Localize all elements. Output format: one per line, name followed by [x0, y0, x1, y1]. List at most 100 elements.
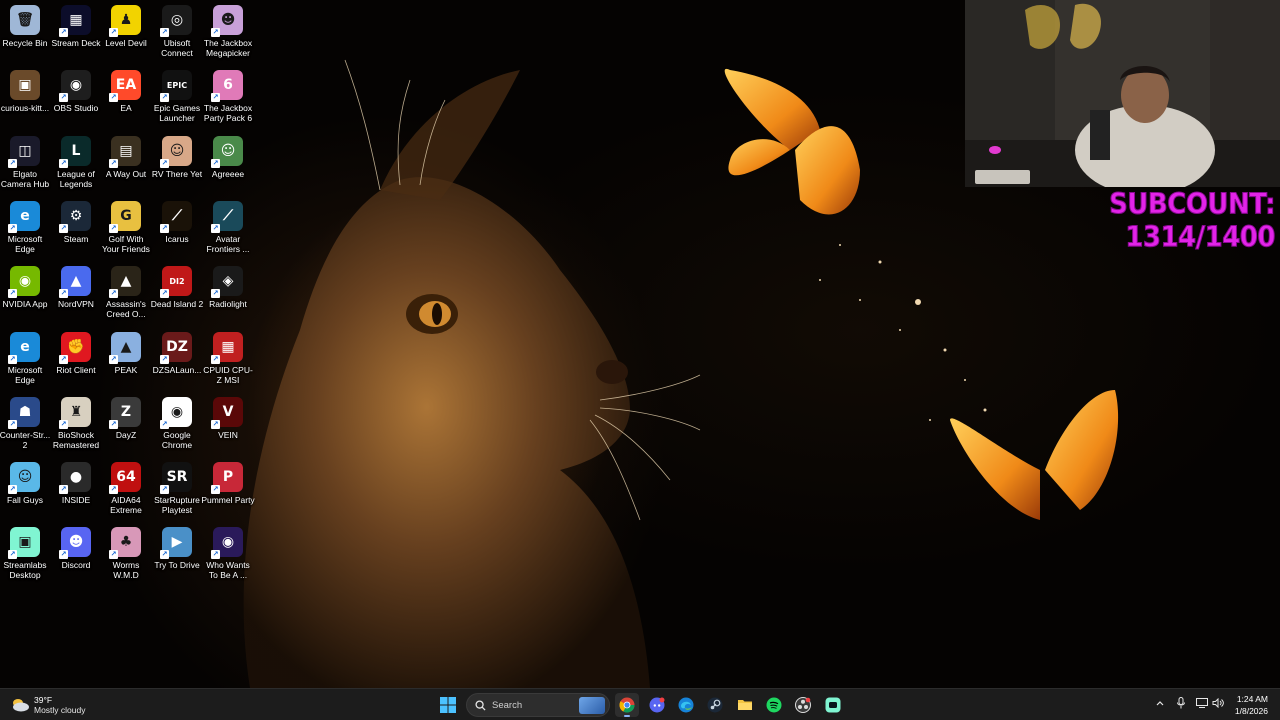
league-icon: L ↗ [59, 135, 91, 168]
desktop-icon-grid: 🗑 Recycle Bin ▦ ↗ Stream Deck ♟ ↗ Level Devil ◎ ↗… [0, 0, 260, 688]
desktop-icon[interactable]: ▲ ↗ Assassin's Creed O... [101, 261, 151, 325]
desktop-icon-label: Pummel Party [201, 495, 255, 506]
taskbar-discord[interactable] [645, 693, 669, 717]
icon-glyph: P [222, 469, 234, 486]
desktop-icon[interactable]: ✊ ↗ Riot Client [51, 327, 101, 391]
desktop-icon[interactable]: ▶ ↗ Try To Drive [152, 522, 202, 586]
taskbar-spotify[interactable] [762, 693, 786, 717]
steam-icon [707, 697, 723, 713]
desktop-icon[interactable]: ▤ ↗ A Way Out [101, 131, 151, 195]
desktop-icon-label: OBS Studio [53, 103, 99, 114]
shortcut-arrow-icon: ↗ [211, 550, 220, 560]
desktop-icon[interactable]: P ↗ Pummel Party [201, 457, 255, 521]
icon-glyph: ▤ [119, 142, 133, 159]
taskbar-file-explorer[interactable] [733, 693, 757, 717]
taskbar-edge[interactable] [674, 693, 698, 717]
desktop-icon-label: Try To Drive [154, 560, 200, 571]
desktop-icon[interactable]: ▲ ↗ PEAK [101, 327, 151, 391]
icon-glyph: ♜ [69, 403, 83, 420]
shortcut-arrow-icon: ↗ [8, 419, 17, 429]
taskbar-steam[interactable] [703, 693, 727, 717]
icon-glyph: ☻ [68, 534, 84, 551]
desktop-icon[interactable]: ♣ ↗ Worms W.M.D [101, 522, 151, 586]
desktop-icon[interactable]: ☗ ↗ Counter-Str... 2 [0, 392, 50, 456]
icon-glyph: ☺ [17, 469, 33, 486]
desktop-icon[interactable]: L ↗ League of Legends [51, 131, 101, 195]
desktop-icon[interactable]: ⟋ ↗ Icarus [152, 196, 202, 260]
icon-glyph: 🗑 [16, 12, 34, 28]
desktop-icon-label: The Jackbox Megapicker [203, 38, 253, 58]
shortcut-arrow-icon: ↗ [8, 550, 17, 560]
desktop-icon[interactable]: SR ↗ StarRupture Playtest [152, 457, 202, 521]
icon-glyph: ◉ [170, 403, 184, 420]
desktop-icon[interactable]: ▣ curious-kitt... [0, 65, 50, 129]
shortcut-arrow-icon: ↗ [160, 354, 169, 364]
taskbar-clock[interactable]: 1:24 AM 1/8/2026 [1222, 693, 1268, 717]
desktop-icon[interactable]: ◎ ↗ Ubisoft Connect [152, 0, 202, 64]
desktop-icon-label: Radiolight [209, 299, 247, 310]
desktop-icon[interactable]: ◈ ↗ Radiolight [203, 261, 253, 325]
desktop-icon[interactable]: ◫ ↗ Elgato Camera Hub [0, 131, 50, 195]
shortcut-arrow-icon: ↗ [59, 485, 68, 495]
desktop-icon[interactable]: ☻ ↗ The Jackbox Megapicker [203, 0, 253, 64]
worms-icon: ♣ ↗ [109, 527, 141, 560]
desktop-icon[interactable]: G ↗ Golf With Your Friends [101, 196, 151, 260]
desktop-icon[interactable]: ▦ ↗ Stream Deck [51, 0, 101, 64]
desktop-icon[interactable]: 🗑 Recycle Bin [0, 0, 50, 64]
desktop-icon[interactable]: ◉ ↗ Google Chrome [152, 392, 202, 456]
start-button[interactable] [436, 693, 460, 717]
taskbar-search-box[interactable]: Search [466, 693, 610, 717]
taskbar-streamlabs[interactable] [821, 693, 845, 717]
streamlabs-icon [825, 697, 841, 713]
desktop-icon[interactable]: ▦ ↗ CPUID CPU-Z MSI [203, 327, 253, 391]
taskbar-obs[interactable] [791, 693, 815, 717]
desktop-icon[interactable]: e ↗ Microsoft Edge [0, 196, 50, 260]
shortcut-arrow-icon: ↗ [59, 354, 68, 364]
desktop-icon[interactable]: e ↗ Microsoft Edge [0, 327, 50, 391]
desktop-icon[interactable]: ▲ ↗ NordVPN [51, 261, 101, 325]
icon-glyph: EA [115, 77, 137, 94]
nordvpn-icon: ▲ ↗ [59, 266, 91, 299]
desktop-icon[interactable]: V ↗ VEIN [203, 392, 253, 456]
a-way-out-icon: ▤ ↗ [109, 135, 141, 168]
show-hidden-icons-chevron[interactable] [1153, 697, 1167, 713]
desktop-icon[interactable]: ▣ ↗ Streamlabs Desktop [0, 522, 50, 586]
desktop-icon[interactable]: EPIC ↗ Epic Games Launcher [152, 65, 202, 129]
desktop-icon[interactable]: ☻ ↗ Discord [51, 522, 101, 586]
shortcut-arrow-icon: ↗ [211, 223, 220, 233]
taskbar-chrome[interactable] [615, 693, 639, 717]
weather-widget[interactable]: 39°F Mostly cloudy [10, 693, 86, 717]
desktop-icon[interactable]: ● ↗ INSIDE [51, 457, 101, 521]
desktop-icon[interactable]: ⚙ ↗ Steam [51, 196, 101, 260]
shortcut-arrow-icon: ↗ [109, 354, 118, 364]
desktop-icon[interactable]: DZ ↗ DZSALaun... [152, 327, 202, 391]
jackbox-pack6-icon: 6 ↗ [211, 70, 243, 103]
network-tray[interactable] [1195, 697, 1209, 713]
desktop-icon[interactable]: DI2 ↗ Dead Island 2 [151, 261, 203, 325]
shortcut-arrow-icon: ↗ [109, 485, 118, 495]
desktop-icon[interactable]: Z ↗ DayZ [101, 392, 151, 456]
search-highlight-icon [579, 697, 605, 714]
desktop-icon[interactable]: ☺ ↗ Agreeee [203, 131, 253, 195]
shortcut-arrow-icon: ↗ [211, 289, 220, 299]
desktop-icon-label: The Jackbox Party Pack 6 [203, 103, 253, 124]
desktop-icon[interactable]: ◉ ↗ OBS Studio [51, 65, 101, 129]
desktop-icon[interactable]: 64 ↗ AIDA64 Extreme [101, 457, 151, 521]
desktop-icon[interactable]: ◉ ↗ Who Wants To Be A ... [203, 522, 253, 586]
desktop-icon[interactable]: ♟ ↗ Level Devil [101, 0, 151, 64]
icon-glyph: ▦ [69, 12, 83, 28]
microphone-tray[interactable] [1174, 697, 1188, 713]
desktop-icon-label: Discord [61, 560, 91, 571]
desktop-icon[interactable]: ⟋ ↗ Avatar Frontiers ... [203, 196, 253, 260]
icon-glyph: ♟ [119, 12, 133, 28]
icon-glyph: ▣ [18, 77, 32, 94]
desktop-icon[interactable]: ♜ ↗ BioShock Remastered [51, 392, 101, 456]
desktop-icon[interactable]: ☺ ↗ Fall Guys [0, 457, 50, 521]
desktop-icon-label: Elgato Camera Hub [0, 168, 50, 189]
clock-time: 1:24 AM [1236, 694, 1268, 704]
desktop-icon[interactable]: ◉ ↗ NVIDIA App [0, 261, 50, 325]
desktop-icon[interactable]: 6 ↗ The Jackbox Party Pack 6 [203, 65, 253, 129]
desktop-icon[interactable]: ☺ ↗ RV There Yet [152, 131, 202, 195]
desktop-icon[interactable]: EA ↗ EA [101, 65, 151, 129]
shortcut-arrow-icon: ↗ [160, 223, 169, 233]
